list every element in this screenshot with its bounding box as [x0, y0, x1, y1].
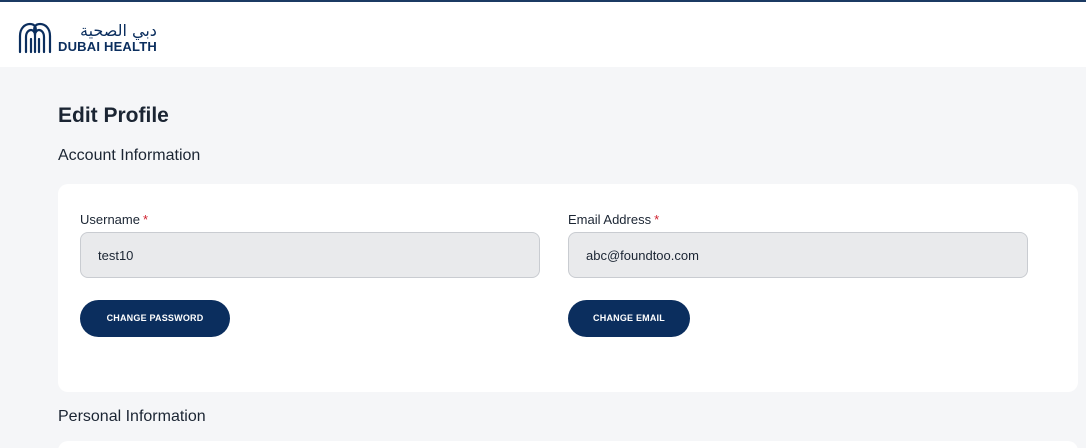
- account-information-card: Username* Email Address* CHANGE PASSWORD…: [58, 184, 1078, 392]
- personal-information-card: [58, 441, 1078, 448]
- change-password-button[interactable]: CHANGE PASSWORD: [80, 300, 230, 337]
- brand-arabic-name: دبي الصحية: [80, 21, 157, 40]
- username-label: Username *: [80, 212, 148, 227]
- email-address-label: Email Address *: [568, 212, 659, 227]
- username-label-text: Username: [80, 212, 140, 227]
- page-title: Edit Profile: [58, 104, 169, 127]
- change-email-button[interactable]: CHANGE EMAIL: [568, 300, 690, 337]
- required-indicator: *: [142, 212, 149, 227]
- email-address-label-text: Email Address: [568, 212, 652, 227]
- required-indicator: *: [654, 212, 660, 227]
- dubai-health-logo[interactable]: دبي الصحية DUBAI HEALTH: [18, 22, 157, 54]
- app-header: دبي الصحية DUBAI HEALTH: [0, 0, 1086, 67]
- email-address-field[interactable]: [568, 232, 1028, 278]
- arches-logo-icon: [18, 22, 52, 54]
- personal-information-heading: Personal Information: [58, 408, 206, 425]
- username-field[interactable]: [80, 232, 540, 278]
- account-information-heading: Account Information: [58, 147, 201, 164]
- brand-english-name: DUBAI HEALTH: [58, 39, 157, 54]
